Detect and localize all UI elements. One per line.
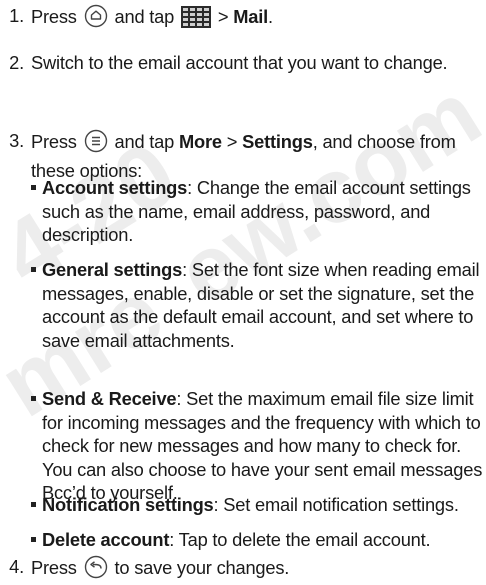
step-text: . <box>268 6 273 27</box>
bullet <box>31 267 36 272</box>
menu-item-settings: Settings <box>242 131 313 152</box>
step-1: 1. Press and tap > Mail. <box>0 4 480 34</box>
option-title: Send & Receive <box>42 388 177 409</box>
option-description: : Tap to delete the email account. <box>169 529 431 550</box>
option-title: General settings <box>42 259 183 280</box>
option-description: : Set email notification settings. <box>213 494 459 515</box>
bullet <box>31 185 36 190</box>
option-title: Account settings <box>42 177 188 198</box>
step-number: 2. <box>9 52 24 73</box>
step-text: Switch to the email account that you wan… <box>31 52 448 73</box>
menu-item-mail: Mail <box>233 6 269 27</box>
option-title: Delete account <box>42 529 170 550</box>
option-send-receive: Send & Receive: Set the maximum email fi… <box>31 387 483 505</box>
bullet <box>31 396 36 401</box>
option-account-settings: Account settings: Change the email accou… <box>31 176 483 247</box>
option-general-settings: General settings: Set the font size when… <box>31 258 483 352</box>
bullet <box>31 502 36 507</box>
back-key-icon <box>84 555 108 585</box>
home-key-icon <box>84 4 108 34</box>
step-number: 1. <box>9 5 24 26</box>
step-number: 4. <box>9 556 24 577</box>
menu-key-icon <box>84 129 108 159</box>
step-text: and tap <box>114 131 175 152</box>
option-delete-account: Delete account: Tap to delete the email … <box>31 528 483 552</box>
step-text: to save your changes. <box>114 557 290 578</box>
step-text: Press <box>31 6 77 27</box>
step-text: Press <box>31 131 77 152</box>
option-notification-settings: Notification settings: Set email notific… <box>31 493 483 517</box>
bullet <box>31 537 36 542</box>
all-apps-grid-icon <box>181 6 212 34</box>
step-2: 2. Switch to the email account that you … <box>0 51 480 75</box>
step-text: and tap <box>114 6 175 27</box>
menu-item-more: More <box>179 131 222 152</box>
option-title: Notification settings <box>42 494 214 515</box>
step-3: 3. Press and tap More > Settings, and ch… <box>0 129 480 182</box>
separator: > <box>226 131 238 152</box>
step-text: Press <box>31 557 77 578</box>
step-number: 3. <box>9 130 24 151</box>
step-4: 4. Press to save your changes. <box>0 555 480 585</box>
separator: > <box>217 6 229 27</box>
